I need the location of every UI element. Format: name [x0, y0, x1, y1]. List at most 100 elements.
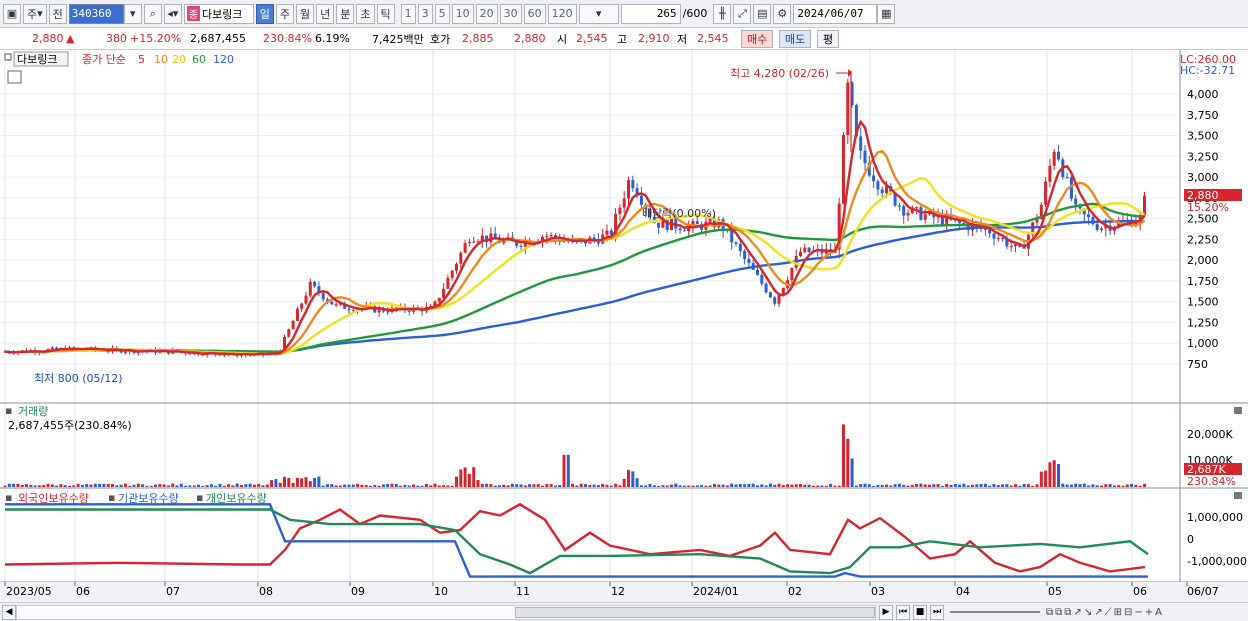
legend-foreign[interactable]: 외국인보유수량	[18, 492, 89, 505]
volume-bar	[670, 484, 673, 487]
tool-icon-6[interactable]: ⊟	[1124, 607, 1132, 618]
volume-bar	[738, 484, 742, 487]
interval-10[interactable]: 10	[451, 3, 474, 24]
volume-bar	[1108, 483, 1112, 487]
chart-area[interactable]: 다보링크 종가 단순 5 10 20 60 120 LC:260.00 HC:-…	[0, 50, 1248, 602]
period-tick[interactable]: 틱	[376, 3, 395, 24]
interval-60[interactable]: 60	[523, 3, 546, 24]
candle-body	[631, 180, 635, 189]
price-tick: 3,750	[1187, 109, 1219, 122]
rewind-icon[interactable]: ⏮	[896, 604, 910, 620]
volume-bar	[786, 484, 790, 487]
market-type-select[interactable]: 주 ▾	[23, 3, 47, 24]
ma-legend-120[interactable]: 120	[213, 53, 234, 66]
interval-120[interactable]: 120	[547, 3, 577, 24]
stock-name-box[interactable]: 종 다보링크	[183, 3, 254, 24]
candle-body	[773, 297, 777, 304]
sell-button[interactable]: 매도	[779, 29, 812, 48]
interval-custom-select[interactable]: ▾	[578, 3, 619, 24]
volume-bar	[794, 484, 798, 487]
volume-bar	[149, 485, 153, 487]
volume-bar	[682, 485, 686, 487]
interval-30[interactable]: 30	[499, 3, 522, 24]
candle-body	[1095, 224, 1099, 230]
volume-bar	[119, 484, 123, 487]
stop-icon[interactable]: ■	[913, 604, 927, 620]
date-field[interactable]: 2024/06/07	[793, 3, 878, 24]
fast-forward-icon[interactable]: ⏭	[930, 604, 944, 620]
holding-panel-close-icon[interactable]	[1234, 492, 1242, 499]
zoom-slider[interactable]	[950, 611, 1040, 613]
change-amount: 380	[106, 32, 127, 45]
stock-code-input[interactable]	[68, 3, 124, 24]
ma-legend-prefix[interactable]: 종가 단순	[82, 53, 126, 66]
volume-bar	[824, 485, 828, 487]
volume-bar	[799, 484, 802, 487]
data-count-total: /600	[682, 7, 708, 20]
volume-bar	[145, 485, 149, 487]
save-icon[interactable]: ▤	[753, 3, 772, 24]
volume-bar	[394, 483, 398, 487]
legend-individual[interactable]: 개인보유수량	[206, 492, 267, 505]
tool-icon-2[interactable]: ↘	[1084, 607, 1092, 618]
volume-panel-close-icon[interactable]	[1234, 407, 1242, 414]
search-icon[interactable]: ⌕	[143, 3, 162, 24]
draw-tool-icon[interactable]: ⤢	[733, 3, 752, 24]
legend-institution[interactable]: 기관보유수량	[118, 492, 179, 505]
gear-icon[interactable]: ⚙	[773, 3, 792, 24]
scroll-thumb[interactable]	[515, 607, 875, 618]
candle-icon[interactable]: ╫	[713, 3, 732, 24]
tool-icon-5[interactable]: ⊞	[1114, 607, 1122, 618]
volume-bar	[958, 484, 962, 487]
volume-bar	[373, 484, 377, 487]
ma-legend-20[interactable]: 20	[172, 53, 186, 66]
period-year[interactable]: 년	[316, 3, 335, 24]
holding-tick-0: 0	[1187, 533, 1194, 546]
volume-bar	[274, 479, 278, 487]
x-tick-label: 05	[1048, 585, 1062, 598]
interval-1[interactable]: 1	[400, 3, 416, 24]
volume-bar	[713, 483, 716, 487]
ma-legend-10[interactable]: 10	[154, 53, 168, 66]
ma-legend-60[interactable]: 60	[192, 53, 206, 66]
period-second[interactable]: 초	[356, 3, 375, 24]
layout-icon-3[interactable]: ⧉	[1064, 607, 1071, 618]
period-minute[interactable]: 분	[336, 3, 355, 24]
buy-button[interactable]: 매수	[741, 29, 774, 48]
scroll-left-icon[interactable]: ◀	[2, 604, 16, 620]
tool-icon-1[interactable]: ↗	[1073, 607, 1081, 618]
candle-body	[1014, 244, 1017, 247]
layout-icon-1[interactable]: ⧉	[1046, 607, 1053, 618]
interval-20[interactable]: 20	[475, 3, 498, 24]
horizontal-scrollbar[interactable]: ◀ ▶ ⏮ ■ ⏭ ⧉ ⧉ ⧉ ↗ ↘ ↗ ⟋ ⊞ ⊟ − + A	[0, 602, 1248, 621]
sound-icon[interactable]: ◂▾	[163, 3, 182, 24]
interval-5[interactable]: 5	[434, 3, 450, 24]
tool-icon-4[interactable]: ⟋	[1105, 607, 1112, 618]
data-count-field[interactable]: 265	[620, 3, 681, 24]
candle-body	[291, 320, 295, 330]
period-day[interactable]: 일	[255, 3, 274, 24]
play-icon[interactable]: ▶	[879, 604, 893, 620]
volume-bar	[618, 485, 622, 487]
code-dropdown-icon[interactable]: ▾	[123, 3, 142, 24]
zoom-out-icon[interactable]: −	[1134, 607, 1142, 618]
tool-icon-3[interactable]: ↗	[1094, 607, 1102, 618]
volume-bar	[338, 485, 342, 487]
ma-legend-5[interactable]: 5	[138, 53, 145, 66]
candle-body	[1087, 214, 1091, 218]
prev-button[interactable]: 전	[48, 3, 67, 24]
evaluate-button[interactable]: 평	[817, 29, 840, 48]
period-week[interactable]: 주	[275, 3, 295, 24]
window-menu-icon[interactable]: ▣	[3, 3, 21, 24]
period-month[interactable]: 월	[296, 3, 315, 24]
volume-bar	[966, 485, 970, 487]
zoom-in-icon[interactable]: +	[1145, 607, 1153, 618]
layout-icon-2[interactable]: ⧉	[1055, 607, 1062, 618]
scroll-track[interactable]	[16, 605, 876, 620]
calendar-icon[interactable]: ▦	[877, 3, 896, 24]
volume-bar	[364, 485, 368, 487]
high-price: 2,910	[638, 32, 670, 45]
font-size-icon[interactable]: A	[1155, 607, 1162, 618]
volume-bar	[829, 483, 833, 487]
interval-3[interactable]: 3	[417, 3, 433, 24]
